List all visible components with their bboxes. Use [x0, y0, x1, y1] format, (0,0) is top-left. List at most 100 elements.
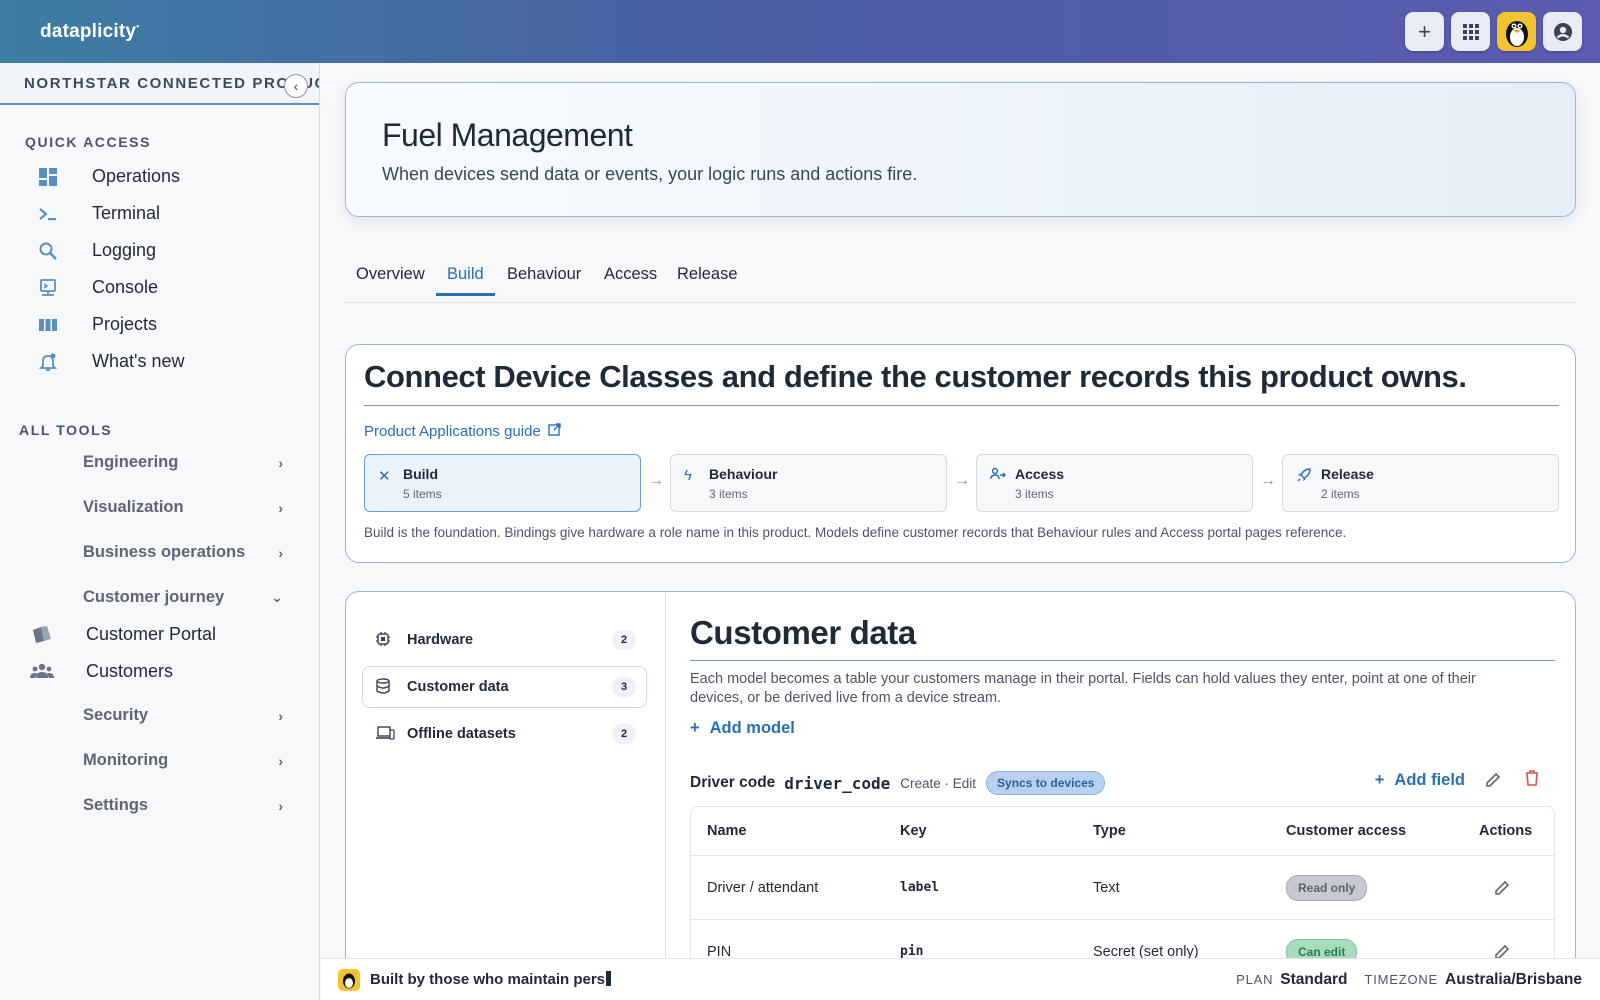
field-type: Secret (set only)	[1093, 943, 1199, 959]
plan-value[interactable]: Standard	[1280, 971, 1347, 989]
guide-title: Connect Device Classes and define the cu…	[364, 359, 1559, 406]
sidebar: NORTHSTAR CONNECTED PRODUCT ‹ QUICK ACCE…	[0, 63, 320, 1000]
field-key: pin	[900, 944, 924, 958]
sidebar-item-customers[interactable]: Customers	[0, 659, 320, 683]
count-badge: 3	[612, 677, 636, 697]
sidebar-item-customer-portal[interactable]: Customer Portal	[0, 622, 320, 646]
bell-icon	[37, 351, 59, 373]
column-header[interactable]: Actions	[1479, 807, 1532, 855]
tool-group-business-operations[interactable]: Business operations ›	[83, 543, 283, 562]
chip-icon	[375, 631, 393, 650]
search-icon	[37, 240, 59, 262]
add-field-button[interactable]: + Add field	[1375, 771, 1465, 790]
devices-icon	[375, 725, 395, 744]
step-behaviour[interactable]: ϟ Behaviour 3 items	[670, 454, 947, 512]
table-header: Name Key Type Customer access Actions	[691, 807, 1554, 856]
sidebar-item-label: Logging	[92, 240, 157, 260]
step-count: 3 items	[709, 487, 748, 501]
tool-group-label: Customer journey	[83, 588, 225, 606]
tool-group-visualization[interactable]: Visualization ›	[83, 498, 283, 517]
org-name[interactable]: NORTHSTAR CONNECTED PRODUCT	[0, 63, 319, 105]
grid-icon[interactable]	[1451, 12, 1490, 51]
sidebar-item-label: Console	[92, 277, 159, 297]
column-header[interactable]: Customer access	[1286, 807, 1406, 855]
nav-label: Customer data	[407, 679, 509, 695]
tool-group-settings[interactable]: Settings ›	[83, 796, 283, 815]
step-name: Behaviour	[709, 466, 778, 482]
table-row[interactable]: PIN pin Secret (set only) Can edit	[691, 920, 1554, 958]
account-circle-icon[interactable]	[1543, 12, 1582, 51]
add-field-label: Add field	[1394, 771, 1465, 789]
access-cell: Can edit	[1286, 920, 1358, 958]
section-description: Each model becomes a table your customer…	[690, 671, 1476, 706]
step-name: Release	[1321, 466, 1374, 482]
nav-customer-data[interactable]: Customer data 3	[362, 666, 647, 708]
access-badge: Read only	[1286, 874, 1368, 901]
tab-behaviour[interactable]: Behaviour	[496, 265, 592, 295]
tab-access[interactable]: Access	[593, 265, 668, 295]
sidebar-item-logging[interactable]: Logging	[0, 232, 320, 269]
model-name: Driver code	[690, 774, 776, 791]
penguin-avatar[interactable]	[1497, 12, 1536, 51]
terminal-icon	[37, 203, 59, 225]
footer-tagline: Built by those who maintain pers	[370, 971, 612, 988]
main-content: Fuel Management When devices send data o…	[321, 63, 1600, 958]
section-title: Customer data	[690, 614, 1555, 661]
tool-group-security[interactable]: Security ›	[83, 706, 283, 725]
step-access[interactable]: Access 3 items	[976, 454, 1253, 512]
collapse-sidebar-button[interactable]: ‹	[284, 74, 308, 98]
field-key: label	[900, 880, 940, 895]
nav-hardware[interactable]: Hardware 2	[362, 619, 647, 661]
bolt-icon: ϟ	[684, 467, 692, 484]
column-header[interactable]: Type	[1093, 807, 1126, 855]
pencil-icon[interactable]	[1493, 856, 1511, 919]
step-build[interactable]: ✕ Build 5 items	[364, 454, 641, 512]
timezone-value[interactable]: Australia/Brisbane	[1445, 971, 1582, 989]
step-release[interactable]: Release 2 items	[1282, 454, 1559, 512]
people-icon	[990, 467, 1006, 485]
tab-bar: Overview Build Behaviour Access Release	[345, 258, 1576, 303]
tab-build[interactable]: Build	[436, 265, 495, 296]
sidebar-item-projects[interactable]: Projects	[0, 306, 320, 343]
column-header[interactable]: Name	[707, 807, 747, 855]
text-cursor	[606, 971, 612, 986]
column-header[interactable]: Key	[900, 807, 927, 855]
chevron-right-icon: ›	[278, 544, 283, 561]
table-row[interactable]: Driver / attendant label Text Read only	[691, 856, 1554, 920]
tool-group-monitoring[interactable]: Monitoring ›	[83, 751, 283, 770]
add-model-label: Add model	[709, 719, 795, 737]
quick-access-list: Operations Terminal Logging Console Proj…	[0, 158, 320, 380]
pencil-icon[interactable]	[1484, 771, 1502, 794]
sidebar-item-label: Projects	[92, 314, 158, 334]
sidebar-item-terminal[interactable]: Terminal	[0, 195, 320, 232]
page-subtitle: When devices send data or events, your l…	[382, 164, 918, 184]
trash-icon[interactable]	[1524, 769, 1540, 792]
tab-overview[interactable]: Overview	[345, 265, 436, 295]
sidebar-item-label: Customer Portal	[86, 623, 217, 644]
product-header: Fuel Management When devices send data o…	[345, 82, 1576, 217]
penguin-icon	[338, 969, 360, 991]
sidebar-item-console[interactable]: Console	[0, 269, 320, 306]
sidebar-item-label: What's new	[92, 351, 185, 371]
plus-icon[interactable]: +	[1405, 12, 1444, 51]
tool-group-engineering[interactable]: Engineering ›	[83, 453, 283, 472]
sidebar-item-whats-new[interactable]: What's new	[0, 343, 320, 380]
customer-data-section: Customer data Each model becomes a table…	[690, 592, 1555, 958]
plus-icon: +	[1374, 771, 1385, 789]
step-name: Access	[1015, 466, 1065, 482]
guide-link[interactable]: Product Applications guide	[364, 423, 561, 440]
top-bar: dataplicity• +	[0, 0, 1600, 63]
count-badge: 2	[612, 724, 636, 744]
sidebar-item-operations[interactable]: Operations	[0, 158, 320, 195]
tool-group-customer-journey[interactable]: Customer journey ⌄	[83, 588, 283, 607]
pencil-icon[interactable]	[1493, 920, 1511, 958]
step-count: 5 items	[403, 487, 442, 501]
tab-release[interactable]: Release	[666, 265, 749, 295]
sidebar-item-label: Operations	[92, 166, 181, 186]
arrow-right-icon: →	[648, 472, 664, 489]
brand-logo[interactable]: dataplicity•	[40, 21, 140, 43]
arrow-right-icon: →	[1260, 472, 1276, 489]
add-model-button[interactable]: + Add model	[690, 719, 795, 738]
page-title: Fuel Management	[382, 117, 633, 153]
nav-offline-datasets[interactable]: Offline datasets 2	[362, 713, 647, 755]
